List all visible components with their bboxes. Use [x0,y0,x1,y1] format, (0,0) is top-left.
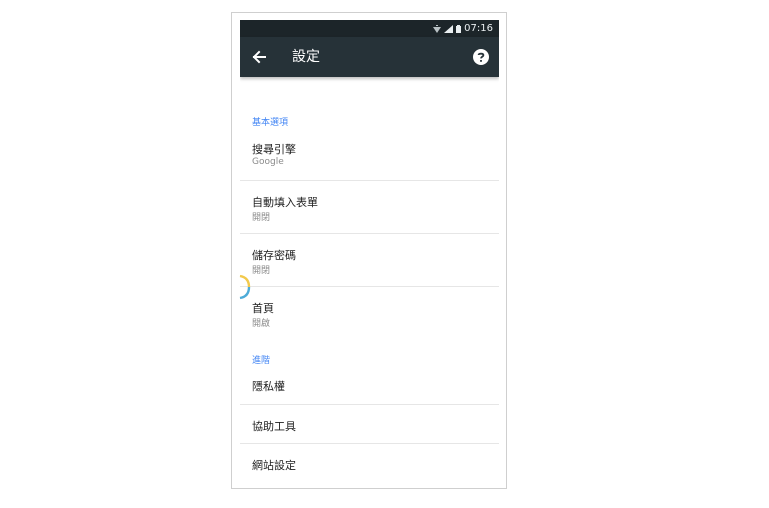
divider [240,443,499,444]
item-subtitle: 開閉 [252,213,271,223]
status-bar: 07:16 [240,20,499,37]
app-bar: 設定 [240,37,499,77]
settings-item-save-passwords[interactable]: 儲存密碼 開閉 [240,239,499,285]
item-subtitle: 開啟 [252,319,271,329]
item-title: 自動填入表單 [252,196,318,209]
loading-spinner-icon [239,274,251,300]
page-title: 設定 [292,49,320,65]
settings-item-site-settings[interactable]: 網站設定 [240,447,499,481]
settings-item-privacy[interactable]: 隱私權 [240,369,499,403]
settings-item-search-engine[interactable]: 搜尋引擎 Google [240,133,499,179]
divider [240,233,499,234]
status-time: 07:16 [464,23,493,34]
divider [240,404,499,405]
settings-item-autofill[interactable]: 自動填入表單 開閉 [240,186,499,232]
item-title: 儲存密碼 [252,249,296,262]
item-title: 搜尋引擎 [252,143,296,156]
section-header-advanced: 進階 [252,356,271,366]
signal-icon [444,24,454,33]
battery-icon [456,24,462,33]
divider [240,286,499,287]
section-header-basic: 基本選項 [252,118,289,128]
item-title: 協助工具 [252,420,296,433]
wifi-icon [433,24,442,33]
item-title: 首頁 [252,302,274,315]
item-title: 隱私權 [252,380,285,393]
settings-item-accessibility[interactable]: 協助工具 [240,408,499,442]
item-subtitle: Google [252,157,284,167]
phone-screen: 07:16 設定 基本選項 搜尋引擎 Google 自動填入表單 開閉 儲存密碼… [240,20,499,482]
back-arrow-icon[interactable] [249,47,269,67]
settings-item-homepage[interactable]: 首頁 開啟 [240,292,499,338]
item-title: 網站設定 [252,459,296,472]
divider [240,180,499,181]
help-icon[interactable] [472,48,490,66]
